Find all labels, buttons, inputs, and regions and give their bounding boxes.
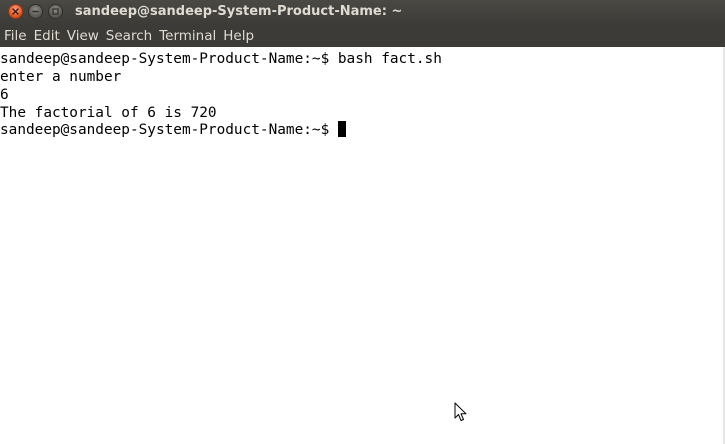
window-title: sandeep@sandeep-System-Product-Name: ~ (75, 4, 403, 19)
terminal-window: sandeep@sandeep-System-Product-Name: ~ F… (0, 0, 725, 444)
terminal-line: enter a number (0, 69, 122, 85)
menu-help[interactable]: Help (219, 25, 257, 47)
minimize-icon (32, 10, 39, 13)
close-icon (12, 8, 19, 15)
close-button[interactable] (8, 4, 23, 19)
terminal-output[interactable]: sandeep@sandeep-System-Product-Name:~$ b… (0, 47, 725, 444)
terminal-prompt-line[interactable]: sandeep@sandeep-System-Product-Name:~$ (0, 121, 346, 139)
maximize-button[interactable] (48, 4, 63, 19)
text-cursor (337, 121, 346, 137)
terminal-line: sandeep@sandeep-System-Product-Name:~$ b… (0, 51, 442, 67)
title-bar[interactable]: sandeep@sandeep-System-Product-Name: ~ (0, 0, 725, 25)
menu-bar: File Edit View Search Terminal Help (0, 25, 725, 47)
menu-view[interactable]: View (63, 25, 102, 47)
menu-file[interactable]: File (0, 25, 30, 47)
minimize-button[interactable] (28, 4, 43, 19)
menu-edit[interactable]: Edit (30, 25, 63, 47)
menu-search[interactable]: Search (102, 25, 155, 47)
terminal-line: The factorial of 6 is 720 (0, 105, 217, 121)
maximize-icon (52, 8, 59, 15)
terminal-prompt: sandeep@sandeep-System-Product-Name:~$ (0, 122, 338, 138)
terminal-line: 6 (0, 87, 9, 103)
menu-terminal[interactable]: Terminal (155, 25, 219, 47)
mouse-pointer-icon (454, 402, 467, 421)
